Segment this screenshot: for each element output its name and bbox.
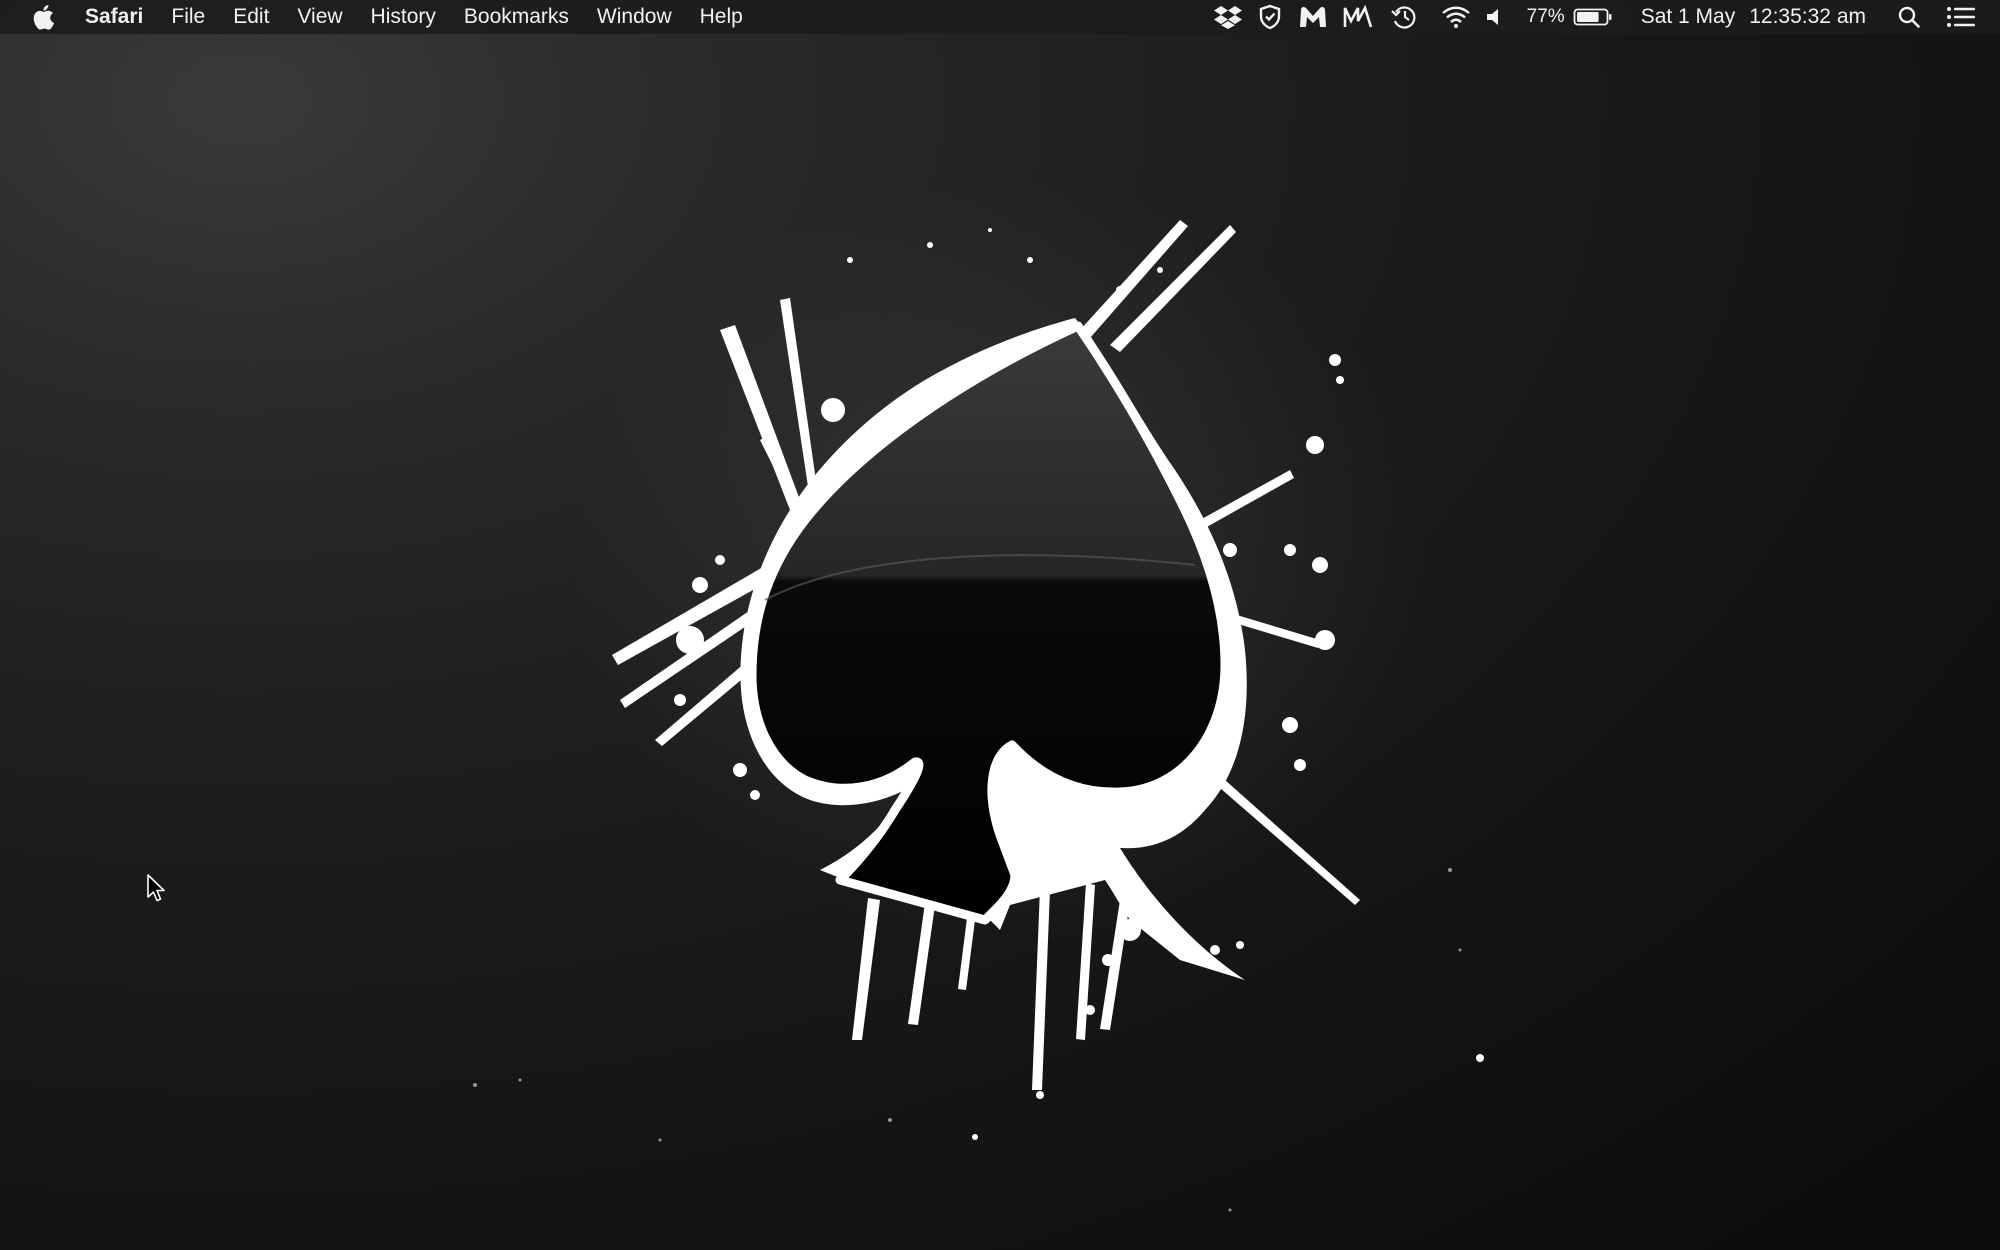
time-machine-icon[interactable] bbox=[1387, 0, 1421, 34]
menu-bar: Safari File Edit View History Bookmarks … bbox=[0, 0, 2000, 34]
apple-logo-icon[interactable] bbox=[31, 4, 55, 30]
wallpaper bbox=[473, 180, 1484, 1212]
volume-icon[interactable] bbox=[1483, 0, 1505, 34]
malwarebytes-icon[interactable] bbox=[1295, 0, 1331, 34]
menu-window[interactable]: Window bbox=[583, 0, 686, 34]
m-app-icon[interactable] bbox=[1339, 0, 1377, 34]
clock-date[interactable]: Sat 1 May bbox=[1641, 0, 1736, 34]
battery-percent[interactable]: 77% bbox=[1527, 0, 1565, 34]
menu-help[interactable]: Help bbox=[686, 0, 757, 34]
menu-bar-left: Safari File Edit View History Bookmarks … bbox=[0, 0, 757, 34]
dropbox-icon[interactable] bbox=[1211, 0, 1245, 34]
wifi-icon[interactable] bbox=[1439, 0, 1473, 34]
battery-icon[interactable] bbox=[1571, 0, 1615, 34]
menu-bookmarks[interactable]: Bookmarks bbox=[450, 0, 583, 34]
menu-file[interactable]: File bbox=[157, 0, 219, 34]
desktop: Safari File Edit View History Bookmarks … bbox=[0, 0, 2000, 1250]
menu-history[interactable]: History bbox=[357, 0, 450, 34]
notification-center-icon[interactable] bbox=[1944, 0, 1978, 34]
shield-icon[interactable] bbox=[1253, 0, 1287, 34]
spotlight-search-icon[interactable] bbox=[1892, 0, 1926, 34]
clock-time[interactable]: 12:35:32 am bbox=[1749, 0, 1866, 34]
menu-edit[interactable]: Edit bbox=[219, 0, 283, 34]
mouse-cursor-icon bbox=[147, 874, 165, 902]
menu-app-safari[interactable]: Safari bbox=[85, 0, 157, 34]
menu-view[interactable]: View bbox=[283, 0, 356, 34]
menu-bar-status-area: 77% Sat 1 May 12:35:32 am bbox=[1211, 0, 2000, 34]
